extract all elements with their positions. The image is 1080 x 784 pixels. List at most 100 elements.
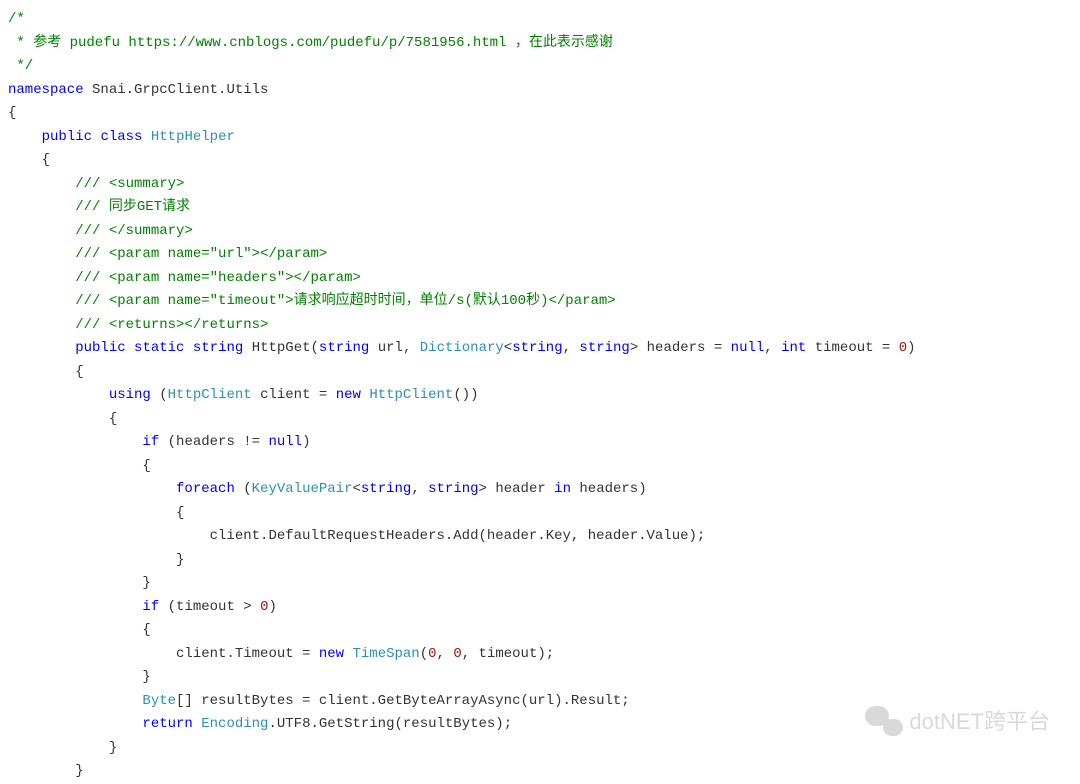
code-token: if bbox=[142, 599, 159, 615]
code-token: class bbox=[100, 129, 142, 145]
code-token: HttpHelper bbox=[151, 129, 235, 145]
code-token: 0 bbox=[428, 646, 436, 662]
code-token: { bbox=[8, 364, 84, 380]
code-token: Dictionary bbox=[420, 340, 504, 356]
code-token: [] resultBytes = client.GetByteArrayAsyn… bbox=[176, 693, 630, 709]
code-token: if bbox=[142, 434, 159, 450]
code-token: } bbox=[8, 552, 184, 568]
code-token: public bbox=[75, 340, 125, 356]
code-token: ) bbox=[302, 434, 310, 450]
code-token: new bbox=[336, 387, 361, 403]
code-token: ( bbox=[420, 646, 428, 662]
code-token bbox=[8, 716, 142, 732]
code-token: headers bbox=[218, 270, 277, 286]
code-token: .UTF8.GetString(resultBytes); bbox=[268, 716, 512, 732]
code-token: * 参考 pudefu https://www.cnblogs.com/pude… bbox=[8, 35, 613, 51]
code-token: /// <summary> bbox=[75, 176, 184, 192]
code-token: string bbox=[319, 340, 369, 356]
code-token: ( bbox=[151, 387, 168, 403]
code-token: return bbox=[142, 716, 192, 732]
code-token: /// <param name=" bbox=[75, 246, 218, 262]
code-token: timeout = bbox=[806, 340, 898, 356]
code-token: < bbox=[352, 481, 360, 497]
code-token: ( bbox=[235, 481, 252, 497]
code-token bbox=[142, 129, 150, 145]
code-token: } bbox=[8, 669, 151, 685]
code-token: ) bbox=[268, 599, 276, 615]
code-token: < bbox=[504, 340, 512, 356]
code-token: > header bbox=[479, 481, 555, 497]
code-token: 100 bbox=[501, 293, 526, 309]
code-token: { bbox=[8, 458, 151, 474]
code-token: using bbox=[109, 387, 151, 403]
code-token: > headers = bbox=[630, 340, 731, 356]
code-token: headers) bbox=[571, 481, 647, 497]
code-token: */ bbox=[8, 58, 33, 74]
code-token: in bbox=[554, 481, 571, 497]
code-token: /// 同步 bbox=[75, 199, 137, 215]
code-token: HttpClient bbox=[369, 387, 453, 403]
code-token: "></param> bbox=[243, 246, 327, 262]
code-token: Byte bbox=[142, 693, 176, 709]
code-token: ) bbox=[907, 340, 915, 356]
code-token: client.Timeout = bbox=[8, 646, 319, 662]
code-token: 秒)</param> bbox=[526, 293, 616, 309]
code-token: , bbox=[563, 340, 580, 356]
code-token bbox=[8, 199, 75, 215]
code-token: { bbox=[8, 105, 16, 121]
code-token: client = bbox=[252, 387, 336, 403]
code-block: /* * 参考 pudefu https://www.cnblogs.com/p… bbox=[8, 11, 916, 779]
watermark: dotNET跨平台 bbox=[865, 706, 1050, 738]
code-token: Encoding bbox=[201, 716, 268, 732]
code-token: TimeSpan bbox=[352, 646, 419, 662]
code-token: { bbox=[8, 622, 151, 638]
code-token bbox=[184, 340, 192, 356]
code-token bbox=[193, 716, 201, 732]
code-token: 请求 bbox=[162, 199, 190, 215]
code-token: /// <param name=" bbox=[75, 270, 218, 286]
watermark-text: dotNET跨平台 bbox=[909, 710, 1050, 734]
code-token: int bbox=[781, 340, 806, 356]
code-token: Snai.GrpcClient.Utils bbox=[84, 82, 269, 98]
code-token: url bbox=[218, 246, 243, 262]
code-token bbox=[8, 293, 75, 309]
code-token: namespace bbox=[8, 82, 84, 98]
code-token bbox=[126, 340, 134, 356]
code-token: } bbox=[8, 763, 84, 779]
code-token: null bbox=[268, 434, 302, 450]
code-token: } bbox=[8, 575, 151, 591]
code-token: /// <param name=" bbox=[75, 293, 218, 309]
code-token: string bbox=[428, 481, 478, 497]
code-token: 0 bbox=[899, 340, 907, 356]
code-token: null bbox=[731, 340, 765, 356]
code-token: "></param> bbox=[277, 270, 361, 286]
code-token: { bbox=[8, 505, 184, 521]
code-token: string bbox=[193, 340, 243, 356]
code-token: /// </summary> bbox=[75, 223, 193, 239]
code-token bbox=[8, 387, 109, 403]
code-token: url, bbox=[369, 340, 419, 356]
code-token: client.DefaultRequestHeaders.Add(header.… bbox=[8, 528, 705, 544]
code-token bbox=[8, 270, 75, 286]
code-token bbox=[8, 481, 176, 497]
code-token: ">请求响应超时时间，单位/s(默认 bbox=[277, 293, 501, 309]
code-token bbox=[8, 176, 75, 192]
code-token bbox=[8, 223, 75, 239]
code-token bbox=[8, 246, 75, 262]
code-token: ()) bbox=[453, 387, 478, 403]
code-token: { bbox=[8, 411, 117, 427]
code-token: KeyValuePair bbox=[252, 481, 353, 497]
code-token: string bbox=[579, 340, 629, 356]
code-token: , bbox=[764, 340, 781, 356]
code-token: 0 bbox=[453, 646, 461, 662]
code-token: , timeout); bbox=[462, 646, 554, 662]
code-token: timeout bbox=[218, 293, 277, 309]
code-token: { bbox=[8, 152, 50, 168]
code-token: , bbox=[411, 481, 428, 497]
code-token: new bbox=[319, 646, 344, 662]
code-token: string bbox=[512, 340, 562, 356]
code-token bbox=[8, 317, 75, 333]
code-token bbox=[8, 434, 142, 450]
code-token: public bbox=[42, 129, 92, 145]
code-token: GET bbox=[137, 199, 162, 215]
